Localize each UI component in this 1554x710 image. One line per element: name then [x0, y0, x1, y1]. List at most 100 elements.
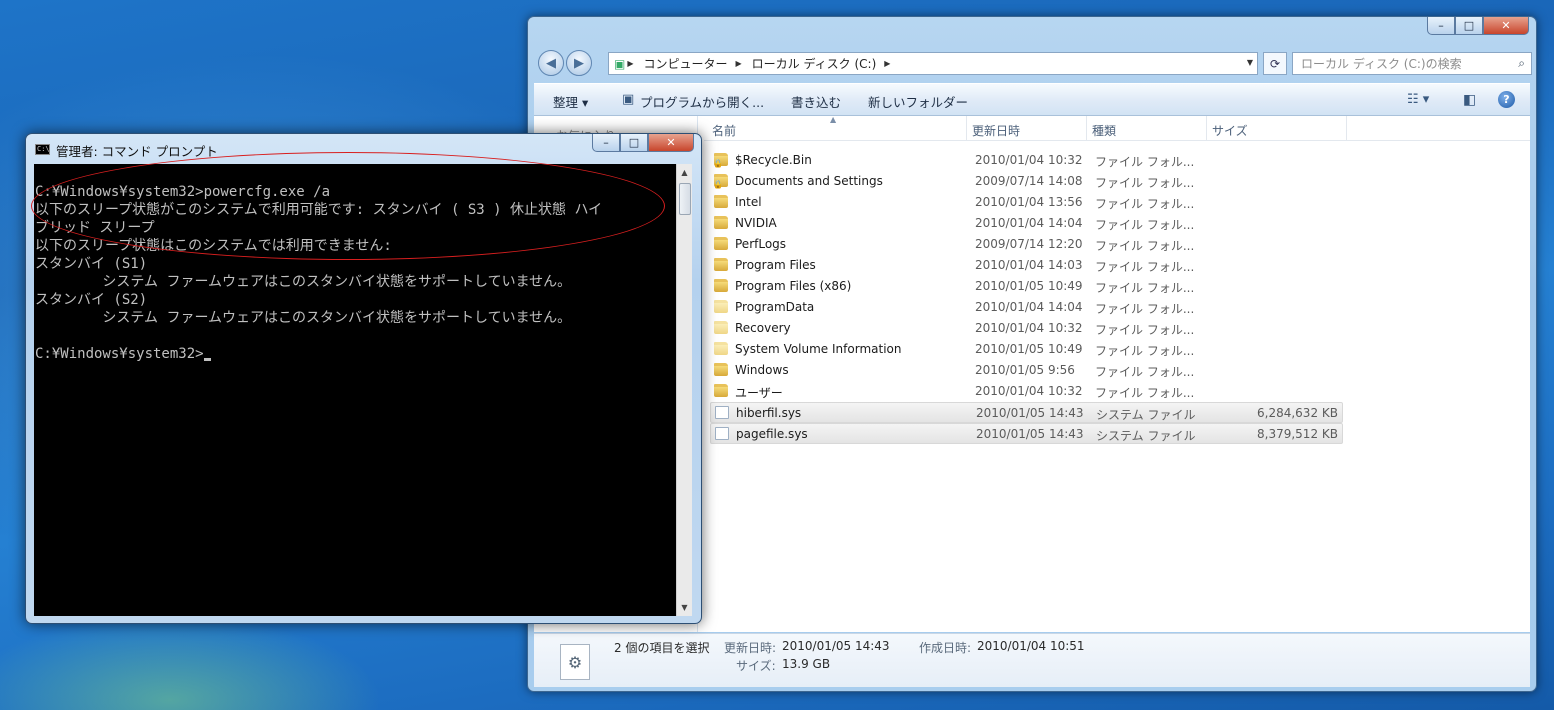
column-header-type[interactable]: 種類 [1092, 122, 1116, 139]
file-type: ファイル フォル... [1095, 197, 1195, 211]
breadcrumb-computer[interactable]: コンピューター [644, 55, 728, 72]
file-modified: 2010/01/04 10:32 [975, 321, 1083, 335]
file-row[interactable]: PerfLogs 2009/07/14 12:20 ファイル フォル... [710, 234, 1343, 255]
file-name: Documents and Settings [735, 174, 883, 188]
file-row[interactable]: 🔒 Documents and Settings 2009/07/14 14:08 フ… [710, 171, 1343, 192]
column-divider[interactable] [1206, 116, 1207, 141]
file-type: ファイル フォル... [1095, 302, 1195, 316]
system-file-icon: ⚙ [560, 644, 590, 680]
modified-value: 2010/01/05 14:43 [782, 639, 890, 653]
file-row[interactable]: ユーザー 2010/01/04 10:32 ファイル フォル... [710, 381, 1343, 402]
open-with-button[interactable]: プログラムから開く... [640, 92, 764, 111]
breadcrumb-local-disk[interactable]: ローカル ディスク (C:) [752, 55, 877, 72]
close-button[interactable]: ✕ [648, 134, 694, 152]
scroll-down-icon[interactable]: ▼ [677, 599, 692, 616]
file-modified: 2009/07/14 14:08 [975, 174, 1083, 188]
console-line-text: C:¥Windows¥system32> [35, 346, 204, 362]
file-modified: 2010/01/04 14:04 [975, 300, 1083, 314]
vertical-scrollbar[interactable]: ▲ ▼ [676, 164, 692, 616]
created-label: 作成日時: [919, 641, 972, 655]
column-divider[interactable] [1346, 116, 1347, 141]
scroll-up-icon[interactable]: ▲ [677, 164, 692, 181]
help-button[interactable]: ? [1498, 91, 1515, 108]
selection-count: 2 個の項目を選択 [614, 641, 710, 655]
size-label: サイズ: [736, 659, 776, 673]
created-value: 2010/01/04 10:51 [977, 639, 1085, 653]
file-row[interactable]: Program Files 2010/01/04 14:03 ファイル フォル... [710, 255, 1343, 276]
file-name: Program Files [735, 258, 816, 272]
sort-ascending-icon: ▲ [830, 115, 837, 124]
column-divider[interactable] [1086, 116, 1087, 141]
address-bar[interactable]: ▣ ▶ コンピューター ▶ ローカル ディスク (C:) ▶ ▼ [608, 52, 1258, 75]
search-icon[interactable]: ⌕ [1518, 56, 1525, 71]
file-row[interactable]: Program Files (x86) 2010/01/05 10:49 ファイル … [710, 276, 1343, 297]
file-modified: 2010/01/05 14:43 [976, 427, 1084, 441]
chevron-right-icon: ▶ [735, 59, 742, 68]
column-header-name[interactable]: 名前 [712, 122, 736, 139]
scroll-thumb[interactable] [679, 183, 691, 215]
file-name: $Recycle.Bin [735, 153, 812, 167]
console-line: システム ファームウェアはこのスタンバイ状態をサポートしていません。 [35, 309, 676, 327]
minimize-button[interactable]: – [592, 134, 620, 152]
search-placeholder: ローカル ディスク (C:)の検索 [1301, 57, 1462, 71]
new-folder-button[interactable]: 新しいフォルダー [868, 92, 968, 111]
burn-button[interactable]: 書き込む [791, 92, 841, 111]
file-row[interactable]: 🔒 $Recycle.Bin 2010/01/04 10:32 ファイル フォル... [710, 150, 1343, 171]
lock-icon: 🔒 [713, 159, 723, 168]
console-line-text: システム ファームウェアはこのスタンバイ状態をサポートしていません。 [35, 310, 572, 326]
file-modified: 2010/01/04 14:04 [975, 216, 1083, 230]
file-modified: 2010/01/05 9:56 [975, 363, 1075, 377]
forward-button[interactable]: ▶ [566, 50, 592, 76]
column-header-size[interactable]: サイズ [1212, 122, 1248, 139]
file-name: Recovery [735, 321, 791, 335]
preview-pane-icon[interactable]: ◧ [1463, 92, 1476, 108]
console-line: C:¥Windows¥system32>powercfg.exe /a [35, 183, 676, 201]
file-type: ファイル フォル... [1095, 281, 1195, 295]
file-row[interactable]: Intel 2010/01/04 13:56 ファイル フォル... [710, 192, 1343, 213]
file-name: pagefile.sys [736, 427, 808, 441]
folder-icon [714, 258, 728, 271]
minimize-button[interactable]: – [1427, 17, 1455, 35]
file-row[interactable]: System Volume Information 2010/01/05 10:4… [710, 339, 1343, 360]
chevron-down-icon[interactable]: ▼ [1247, 58, 1253, 67]
file-type: ファイル フォル... [1095, 239, 1195, 253]
folder-icon [714, 237, 728, 250]
organize-button[interactable]: 整理 ▾ [553, 92, 588, 111]
command-bar: 整理 ▾ ▣ プログラムから開く... 書き込む 新しいフォルダー ☷ ▾ ◧ … [534, 83, 1530, 116]
console-output[interactable]: C:¥Windows¥system32>powercfg.exe /a 以下のスリ… [34, 164, 676, 616]
file-name: System Volume Information [735, 342, 902, 356]
file-type: ファイル フォル... [1095, 344, 1195, 358]
folder-icon [714, 300, 728, 313]
search-input[interactable]: ローカル ディスク (C:)の検索 ⌕ [1292, 52, 1532, 75]
close-button[interactable]: ✕ [1483, 17, 1529, 35]
window-title: 管理者: コマンド プロンプト [56, 144, 218, 159]
file-row[interactable]: ProgramData 2010/01/04 14:04 ファイル フォル... [710, 297, 1343, 318]
column-header-modified[interactable]: 更新日時 [972, 122, 1020, 139]
view-options-icon[interactable]: ☷ ▾ [1407, 92, 1429, 107]
maximize-button[interactable]: □ [1455, 17, 1483, 35]
column-divider[interactable] [966, 116, 967, 141]
console-line: スタンバイ (S1) [35, 255, 676, 273]
file-type: ファイル フォル... [1095, 218, 1195, 232]
command-prompt-window: C:\ 管理者: コマンド プロンプト – □ ✕ C:¥Windows¥sys… [25, 133, 702, 624]
file-type: システム ファイル [1096, 408, 1196, 422]
file-row[interactable]: Recovery 2010/01/04 10:32 ファイル フォル... [710, 318, 1343, 339]
modified-label: 更新日時: [724, 641, 777, 655]
file-modified: 2010/01/05 14:43 [976, 406, 1084, 420]
file-row[interactable]: NVIDIA 2010/01/04 14:04 ファイル フォル... [710, 213, 1343, 234]
file-row[interactable]: Windows 2010/01/05 9:56 ファイル フォル... [710, 360, 1343, 381]
folder-icon [714, 321, 728, 334]
file-modified: 2010/01/04 13:56 [975, 195, 1083, 209]
refresh-button[interactable]: ⟳ [1263, 52, 1287, 75]
text-cursor [203, 358, 211, 361]
file-name: Windows [735, 363, 789, 377]
console-line-text: システム ファームウェアはこのスタンバイ状態をサポートしていません。 [35, 274, 572, 290]
file-name: hiberfil.sys [736, 406, 802, 420]
file-row[interactable]: pagefile.sys 2010/01/05 14:43 システム ファイル 8,3… [710, 423, 1343, 444]
file-row[interactable]: hiberfil.sys 2010/01/05 14:43 システム ファイル 6,2… [710, 402, 1343, 423]
file-modified: 2010/01/05 10:49 [975, 342, 1083, 356]
maximize-button[interactable]: □ [620, 134, 648, 152]
back-button[interactable]: ◀ [538, 50, 564, 76]
console-icon[interactable]: C:\ [35, 144, 50, 155]
